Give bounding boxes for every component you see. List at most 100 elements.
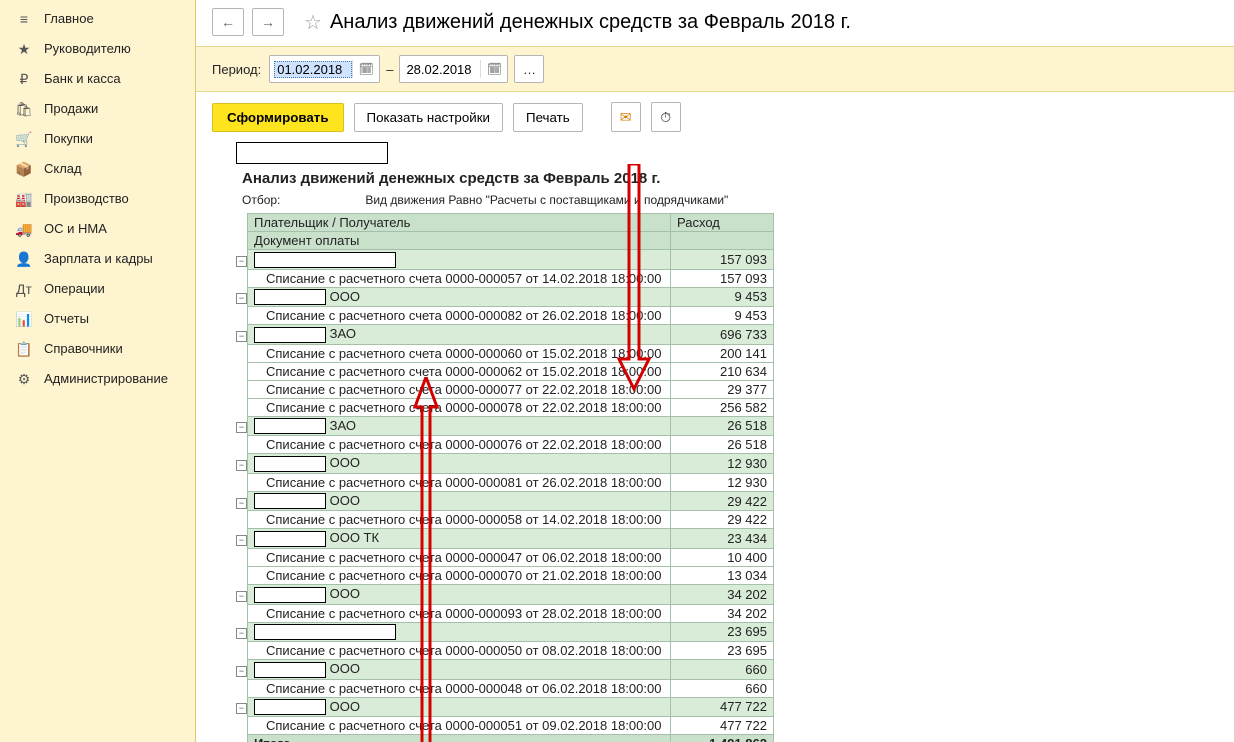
row-name: ООО	[248, 697, 671, 717]
sidebar-item[interactable]: ≡Главное	[0, 4, 195, 34]
sidebar-item-label: Склад	[44, 161, 82, 177]
sidebar-item[interactable]: 🛒Покупки	[0, 124, 195, 154]
collapse-toggle[interactable]: −	[236, 535, 247, 546]
row-name: Списание с расчетного счета 0000-000051 …	[248, 717, 671, 735]
sidebar-item[interactable]: ★Руководителю	[0, 34, 195, 64]
calendar-icon[interactable]: 🗓	[480, 60, 503, 78]
sidebar-item-label: Банк и касса	[44, 71, 121, 87]
sidebar-item[interactable]: 🚚ОС и НМА	[0, 214, 195, 244]
period-separator: –	[386, 62, 393, 77]
group-name: ЗАО	[326, 418, 356, 433]
detail-row[interactable]: Списание с расчетного счета 0000-000078 …	[236, 398, 774, 416]
period-from-field[interactable]: 🗓	[269, 55, 380, 83]
sidebar-item[interactable]: ₽Банк и касса	[0, 64, 195, 94]
generate-button[interactable]: Сформировать	[212, 103, 344, 132]
page-title: Анализ движений денежных средств за Февр…	[330, 11, 851, 34]
detail-row[interactable]: Списание с расчетного счета 0000-000062 …	[236, 362, 774, 380]
detail-row[interactable]: Списание с расчетного счета 0000-000051 …	[236, 717, 774, 735]
detail-row[interactable]: Списание с расчетного счета 0000-000077 …	[236, 380, 774, 398]
group-name: ООО	[326, 586, 360, 601]
collapse-toggle[interactable]: −	[236, 628, 247, 639]
row-amount: 157 093	[671, 250, 774, 270]
period-picker-button[interactable]: …	[514, 55, 544, 83]
detail-row[interactable]: Списание с расчетного счета 0000-000050 …	[236, 642, 774, 660]
detail-row[interactable]: Списание с расчетного счета 0000-000047 …	[236, 548, 774, 566]
calendar-icon[interactable]: 🗓	[352, 60, 375, 78]
collapse-toggle[interactable]: −	[236, 591, 247, 602]
detail-row[interactable]: Списание с расчетного счета 0000-000057 …	[236, 269, 774, 287]
main-area: ← → ☆ Анализ движений денежных средств з…	[196, 0, 1234, 742]
detail-row[interactable]: Списание с расчетного счета 0000-000058 …	[236, 511, 774, 529]
detail-row[interactable]: Списание с расчетного счета 0000-000082 …	[236, 307, 774, 325]
group-row[interactable]: − 157 093	[236, 250, 774, 270]
group-row[interactable]: − ООО9 453	[236, 287, 774, 307]
sidebar-item[interactable]: 📊Отчеты	[0, 304, 195, 334]
row-amount: 12 930	[671, 473, 774, 491]
group-row[interactable]: − ООО477 722	[236, 697, 774, 717]
show-settings-button[interactable]: Показать настройки	[354, 103, 503, 132]
group-row[interactable]: − ООО12 930	[236, 454, 774, 474]
redacted-block	[254, 289, 326, 305]
collapse-toggle[interactable]: −	[236, 666, 247, 677]
row-amount: 29 377	[671, 380, 774, 398]
group-row[interactable]: − ООО660	[236, 660, 774, 680]
collapse-toggle[interactable]: −	[236, 460, 247, 471]
group-row[interactable]: − ООО ТК23 434	[236, 529, 774, 549]
nav-forward-button[interactable]: →	[252, 8, 284, 36]
collapse-toggle[interactable]: −	[236, 256, 247, 267]
redacted-block	[254, 493, 326, 509]
detail-row[interactable]: Списание с расчетного счета 0000-000081 …	[236, 473, 774, 491]
detail-row[interactable]: Списание с расчетного счета 0000-000060 …	[236, 344, 774, 362]
nav-back-button[interactable]: ←	[212, 8, 244, 36]
collapse-toggle[interactable]: −	[236, 422, 247, 433]
sidebar-item[interactable]: ДтОперации	[0, 274, 195, 304]
sidebar-item[interactable]: 🏭Производство	[0, 184, 195, 214]
col-subheader-document: Документ оплаты	[248, 232, 671, 250]
redacted-block	[254, 327, 326, 343]
print-button[interactable]: Печать	[513, 103, 583, 132]
row-name: Списание с расчетного счета 0000-000048 …	[248, 679, 671, 697]
filter-label: Отбор:	[242, 193, 362, 207]
sidebar-item[interactable]: 👤Зарплата и кадры	[0, 244, 195, 274]
group-row[interactable]: − ЗАО696 733	[236, 325, 774, 345]
timer-icon-button[interactable]: ⏱	[651, 102, 681, 132]
collapse-toggle[interactable]: −	[236, 293, 247, 304]
row-amount: 477 722	[671, 717, 774, 735]
group-name: ООО	[326, 699, 360, 714]
sidebar-item[interactable]: 📋Справочники	[0, 334, 195, 364]
group-name: ООО	[326, 661, 360, 676]
detail-row[interactable]: Списание с расчетного счета 0000-000093 …	[236, 604, 774, 622]
row-name: ООО	[248, 584, 671, 604]
period-from-input[interactable]	[274, 61, 352, 78]
sidebar-item[interactable]: ⚙Администрирование	[0, 364, 195, 394]
sidebar-item[interactable]: 📦Склад	[0, 154, 195, 184]
sidebar-item-label: Руководителю	[44, 41, 131, 57]
row-amount: 34 202	[671, 584, 774, 604]
group-row[interactable]: − ЗАО26 518	[236, 416, 774, 436]
row-name	[248, 250, 671, 270]
group-row[interactable]: − ООО 34 202	[236, 584, 774, 604]
row-amount: 200 141	[671, 344, 774, 362]
report-title: Анализ движений денежных средств за Февр…	[212, 166, 1012, 191]
period-to-input[interactable]	[404, 61, 480, 78]
sidebar-icon: 📋	[14, 341, 34, 357]
col-header-payer: Плательщик / Получатель	[248, 214, 671, 232]
detail-row[interactable]: Списание с расчетного счета 0000-000048 …	[236, 679, 774, 697]
collapse-toggle[interactable]: −	[236, 331, 247, 342]
detail-row[interactable]: Списание с расчетного счета 0000-000070 …	[236, 566, 774, 584]
row-amount: 26 518	[671, 436, 774, 454]
row-name: ООО	[248, 491, 671, 511]
collapse-toggle[interactable]: −	[236, 498, 247, 509]
favorite-star-icon[interactable]: ☆	[304, 10, 322, 35]
detail-row[interactable]: Списание с расчетного счета 0000-000076 …	[236, 436, 774, 454]
collapse-toggle[interactable]: −	[236, 703, 247, 714]
period-to-field[interactable]: 🗓	[399, 55, 508, 83]
group-row[interactable]: − ООО29 422	[236, 491, 774, 511]
sidebar-item[interactable]: 🛍Продажи	[0, 94, 195, 124]
redacted-block	[254, 624, 396, 640]
row-amount: 34 202	[671, 604, 774, 622]
row-amount: 9 453	[671, 307, 774, 325]
group-row[interactable]: −23 695	[236, 622, 774, 642]
email-icon-button[interactable]: ✉	[611, 102, 641, 132]
report-table: Плательщик / Получатель Расход Документ …	[236, 213, 774, 742]
